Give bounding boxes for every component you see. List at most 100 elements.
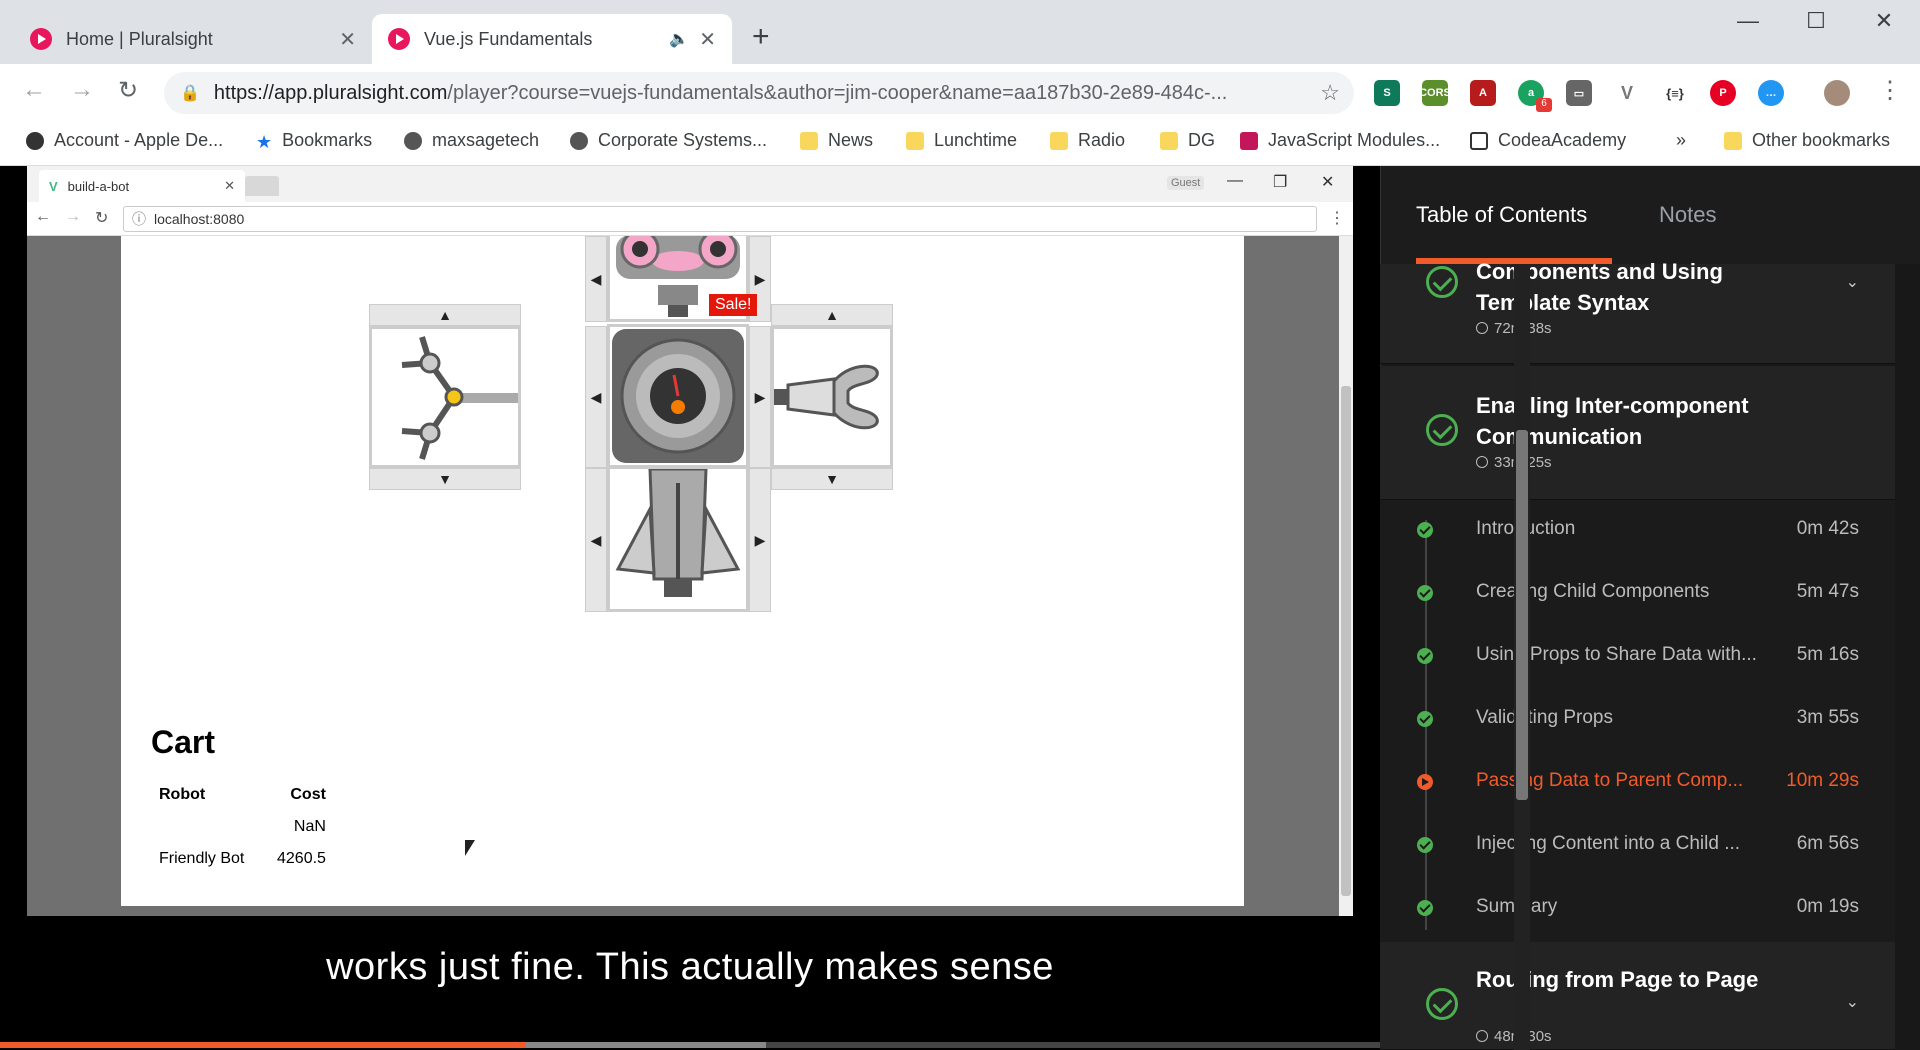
video-progress-bar[interactable] xyxy=(0,1042,1380,1048)
bookmark-news[interactable]: News xyxy=(800,130,873,151)
table-header-row: Robot Cost xyxy=(153,780,332,810)
clip-item-current[interactable]: Passing Data to Parent Comp... 10m 29s xyxy=(1380,752,1895,815)
inner-address-bar: ⓘ localhost:8080 xyxy=(123,206,1317,232)
bookmark-maxsagetech[interactable]: maxsagetech xyxy=(404,130,539,151)
close-window-button[interactable]: ✕ xyxy=(1854,8,1914,34)
menu-dots-icon: ⋮ xyxy=(1329,210,1345,227)
pluralsight-icon xyxy=(388,28,410,50)
close-icon[interactable]: ✕ xyxy=(699,27,716,52)
address-bar[interactable]: 🔒 https://app.pluralsight.com /player?co… xyxy=(164,72,1354,114)
extension-s-icon[interactable]: S xyxy=(1374,80,1400,106)
table-row: Friendly Bot 4260.5 xyxy=(153,844,332,874)
bookmark-star-icon[interactable]: ☆ xyxy=(1320,80,1340,106)
bookmark-javascript-modules[interactable]: JavaScript Modules... xyxy=(1240,130,1440,151)
clip-duration: 10m 29s xyxy=(1786,770,1859,791)
check-icon xyxy=(1417,585,1433,601)
sidebar-scroll-thumb[interactable] xyxy=(1516,430,1528,800)
more-bookmarks-button[interactable]: » xyxy=(1676,130,1686,151)
bookmark-codeaacademy[interactable]: CodeaAcademy xyxy=(1470,130,1626,151)
bookmark-corporate-systems[interactable]: Corporate Systems... xyxy=(570,130,767,151)
js-icon xyxy=(1240,131,1258,150)
clip-item[interactable]: Injecting Content into a Child ... 6m 56… xyxy=(1380,815,1895,878)
robot-name-cell xyxy=(153,812,269,842)
bookmark-radio[interactable]: Radio xyxy=(1050,130,1125,151)
inner-tab-label: build-a-bot xyxy=(67,178,130,194)
back-arrow-icon[interactable]: ← xyxy=(22,76,46,104)
minimize-icon: — xyxy=(1227,172,1243,189)
clip-duration: 6m 56s xyxy=(1796,833,1859,854)
video-player[interactable]: V build-a-bot ✕ Guest — ❐ ✕ ← → ↻ ⓘ loca… xyxy=(0,166,1380,1050)
folder-icon xyxy=(1724,131,1742,150)
maximize-button[interactable]: ☐ xyxy=(1786,8,1846,34)
avatar[interactable] xyxy=(1824,80,1850,106)
tab-table-of-contents[interactable]: Table of Contents xyxy=(1416,202,1587,228)
chevron-down-icon[interactable]: ⌄ xyxy=(1846,992,1859,1012)
vue-icon: V xyxy=(49,178,58,194)
clip-item[interactable]: Validating Props 3m 55s xyxy=(1380,689,1895,752)
reload-icon[interactable]: ↻ xyxy=(118,76,138,105)
vue-devtools-icon[interactable]: V xyxy=(1614,80,1640,106)
tab-notes[interactable]: Notes xyxy=(1659,202,1716,228)
bookmarks-bar: Account - Apple De... ★ Bookmarks maxsage… xyxy=(0,120,1920,166)
module-routing[interactable]: Routing from Page to Page 48m 30s ⌄ xyxy=(1380,942,1895,1050)
clip-item[interactable]: Creating Child Components 5m 47s xyxy=(1380,563,1895,626)
speaker-icon[interactable]: 🔈 xyxy=(669,29,689,49)
guest-badge: Guest xyxy=(1167,176,1205,190)
robot-cost-cell: 4260.5 xyxy=(277,850,326,867)
module-components-template-syntax[interactable]: Components and Using Template Syntax 72m… xyxy=(1380,259,1895,364)
robot-name-cell: Friendly Bot xyxy=(159,850,245,867)
extension-cors-icon[interactable]: CORS xyxy=(1419,80,1451,106)
clip-item[interactable]: Summary 0m 19s xyxy=(1380,878,1895,941)
minimize-button[interactable]: — xyxy=(1718,8,1778,34)
browser-toolbar: ← → ↻ 🔒 https://app.pluralsight.com /pla… xyxy=(0,64,1920,120)
recorded-browser-window: V build-a-bot ✕ Guest — ❐ ✕ ← → ↻ ⓘ loca… xyxy=(27,166,1353,916)
cart-heading: Cart xyxy=(151,724,216,760)
url-path: /player?course=vuejs-fundamentals&author… xyxy=(447,81,1228,104)
comment-icon[interactable]: ▭ xyxy=(1566,80,1592,106)
module-inter-component-communication[interactable]: Enabling Inter-component Communication 3… xyxy=(1380,366,1895,500)
inner-url: localhost:8080 xyxy=(154,211,245,227)
robot-left-arm-image xyxy=(401,336,518,460)
clip-duration: 3m 55s xyxy=(1796,707,1859,728)
column-header-cost: Cost xyxy=(290,786,326,803)
check-circle-icon xyxy=(1426,414,1458,446)
forward-arrow-icon[interactable]: → xyxy=(70,76,94,104)
head-prev-button: ◀ xyxy=(585,236,607,322)
close-icon[interactable]: ✕ xyxy=(339,27,356,52)
menu-dots-icon[interactable]: ⋮ xyxy=(1878,76,1902,105)
back-arrow-icon: ← xyxy=(35,208,51,225)
tab-home-pluralsight[interactable]: Home | Pluralsight ✕ xyxy=(14,14,372,64)
clip-item[interactable]: Using Props to Share Data with... 5m 16s xyxy=(1380,626,1895,689)
bookmark-lunchtime[interactable]: Lunchtime xyxy=(906,130,1017,151)
right-arm-down-button: ▼ xyxy=(771,468,893,490)
torso-prev-button: ◀ xyxy=(585,326,607,468)
inner-address-row: ← → ↻ ⓘ localhost:8080 ⋮ xyxy=(27,202,1353,236)
tab-vuejs-fundamentals[interactable]: Vue.js Fundamentals 🔈 ✕ xyxy=(372,14,732,64)
bookmark-label: Lunchtime xyxy=(934,130,1018,150)
bookmark-dg[interactable]: DG xyxy=(1160,130,1215,151)
json-icon[interactable]: {≡} xyxy=(1662,80,1688,106)
new-tab-button[interactable]: + xyxy=(752,22,770,52)
scroll-thumb xyxy=(1341,386,1351,896)
bookmark-label: maxsagetech xyxy=(432,130,540,150)
inner-scrollbar xyxy=(1339,236,1353,916)
check-icon xyxy=(1417,900,1433,916)
extension-pdf-icon[interactable]: A xyxy=(1470,80,1496,106)
folder-icon xyxy=(906,131,924,150)
bookmark-label: Corporate Systems... xyxy=(598,130,768,150)
base-prev-button: ◀ xyxy=(585,468,607,612)
pinterest-icon[interactable]: P xyxy=(1710,80,1736,106)
inner-new-tab xyxy=(245,176,279,196)
chevron-down-icon[interactable]: ⌄ xyxy=(1846,272,1859,292)
star-icon: ★ xyxy=(256,131,273,152)
bookmark-apple[interactable]: Account - Apple De... xyxy=(26,130,223,151)
folder-icon xyxy=(800,131,818,150)
tab-label: Vue.js Fundamentals xyxy=(424,28,593,49)
left-arm-part xyxy=(369,326,521,468)
messenger-icon[interactable]: … xyxy=(1758,80,1784,106)
bookmark-bookmarks[interactable]: ★ Bookmarks xyxy=(256,130,372,152)
reload-icon: ↻ xyxy=(95,210,109,227)
clip-duration: 5m 47s xyxy=(1796,581,1859,602)
clip-item[interactable]: Introduction 0m 42s xyxy=(1380,500,1895,563)
bookmark-other[interactable]: Other bookmarks xyxy=(1724,130,1890,151)
